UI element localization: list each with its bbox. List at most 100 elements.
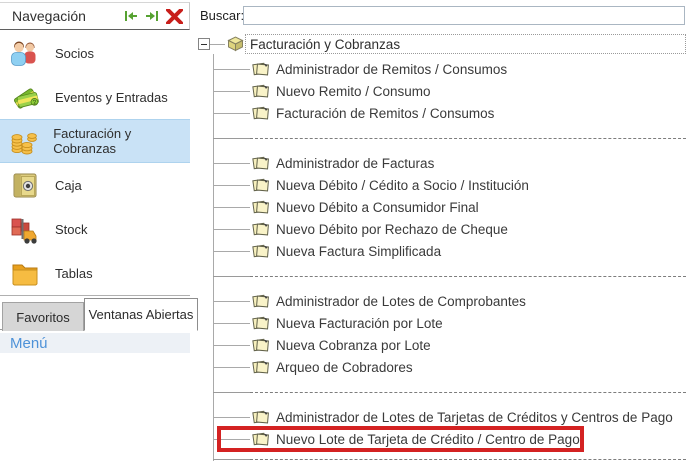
tree-item[interactable]: Nueva Facturación por Lote: [196, 312, 686, 334]
tree-branch-line: [213, 439, 250, 440]
sidebar-item-facturaci-n-y-cobranzas[interactable]: Facturación y Cobranzas: [0, 119, 190, 163]
tree-item[interactable]: Nueva Débito / Cédito a Socio / Instituc…: [196, 174, 686, 196]
documents-icon: [252, 431, 270, 452]
tree-branch-line: [213, 345, 250, 346]
search-bar: Buscar:: [196, 0, 686, 30]
documents-icon: [252, 315, 270, 336]
tree-branch-line: [213, 163, 250, 164]
sidebar-item-tablas[interactable]: Tablas: [0, 251, 190, 295]
tree-item[interactable]: Administrador de Lotes de Tarjetas de Cr…: [196, 406, 686, 428]
tree-item-label: Facturación de Remitos / Consumos: [276, 106, 494, 121]
menu-bar: Menú: [0, 333, 190, 353]
tree-separator: [196, 450, 686, 461]
tree-separator: [196, 378, 686, 406]
documents-icon: [252, 61, 270, 82]
navigation-sidebar: Navegación: [0, 0, 190, 461]
sidebar-item-stock[interactable]: Stock: [0, 207, 190, 251]
tree-item-label: Administrador de Remitos / Consumos: [276, 62, 507, 77]
documents-icon: [252, 337, 270, 358]
sidebar-item-label: Caja: [55, 178, 82, 193]
safe-icon: [8, 168, 42, 202]
documents-icon: [252, 83, 270, 104]
folder-icon: [8, 256, 42, 290]
coins-icon: [8, 124, 40, 158]
tree-item[interactable]: Nueva Factura Simplificada: [196, 240, 686, 262]
sidebar-items: Socios 2 Eventos y Entradas Facturación …: [0, 31, 190, 295]
tree-nodes: Administrador de Remitos / Consumos Nuev…: [196, 58, 686, 461]
menu-link[interactable]: Menú: [10, 335, 48, 352]
tree-item-label: Arqueo de Cobradores: [276, 360, 413, 375]
tree-item-label: Nueva Débito / Cédito a Socio / Instituc…: [276, 178, 529, 193]
tab-ventanas-abiertas[interactable]: Ventanas Abiertas: [84, 298, 198, 331]
tree-item[interactable]: Nuevo Remito / Consumo: [196, 80, 686, 102]
collapse-right-icon[interactable]: [145, 10, 159, 22]
tree-branch-line: [213, 323, 250, 324]
tree-item[interactable]: Administrador de Lotes de Comprobantes: [196, 290, 686, 312]
sidebar-item-label: Socios: [55, 46, 94, 61]
tree-branch-line: [213, 367, 250, 368]
tree-branch-line: [213, 301, 250, 302]
collapse-left-icon[interactable]: [124, 10, 138, 22]
navigation-title: Navegación: [12, 8, 124, 24]
tree-branch-line: [213, 207, 250, 208]
tree-item-label: Nuevo Débito por Rechazo de Cheque: [276, 222, 508, 237]
package-box-icon: [226, 35, 245, 57]
documents-icon: [252, 105, 270, 126]
tree-branch-line: [213, 91, 250, 92]
tree-branch-line: [213, 113, 250, 114]
tree-connector-line: [210, 44, 225, 45]
tree-item-label: Nuevo Remito / Consumo: [276, 84, 431, 99]
documents-icon: [252, 155, 270, 176]
tree-root-label[interactable]: Facturación y Cobranzas: [245, 34, 686, 54]
tree-item[interactable]: Nuevo Débito por Rechazo de Cheque: [196, 218, 686, 240]
tickets-icon: 2: [8, 80, 42, 114]
tree-item[interactable]: Nueva Cobranza por Lote: [196, 334, 686, 356]
documents-icon: [252, 359, 270, 380]
tree-item-label: Nueva Cobranza por Lote: [276, 338, 431, 353]
documents-icon: [252, 409, 270, 430]
tree-item[interactable]: Nuevo Lote de Tarjeta de Crédito / Centr…: [196, 428, 686, 450]
navigation-header-icons: [124, 9, 183, 24]
tree-item-label: Nueva Facturación por Lote: [276, 316, 443, 331]
tree-item[interactable]: Administrador de Facturas: [196, 152, 686, 174]
tree-item[interactable]: Arqueo de Cobradores: [196, 356, 686, 378]
tree-item[interactable]: Facturación de Remitos / Consumos: [196, 102, 686, 124]
tree-branch-line: [213, 69, 250, 70]
sidebar-item-label: Stock: [55, 222, 88, 237]
tree-separator: [196, 262, 686, 290]
tree-item[interactable]: Administrador de Remitos / Consumos: [196, 58, 686, 80]
tree-item-label: Nuevo Débito a Consumidor Final: [276, 200, 479, 215]
sidebar-item-eventos-y-entradas[interactable]: 2 Eventos y Entradas: [0, 75, 190, 119]
search-input[interactable]: [243, 6, 685, 25]
sidebar-item-caja[interactable]: Caja: [0, 163, 190, 207]
search-label: Buscar:: [200, 8, 244, 23]
documents-icon: [252, 199, 270, 220]
tree-separator: [196, 124, 686, 152]
tree-branch-line: [213, 185, 250, 186]
tree-branch-line: [213, 229, 250, 230]
tree-root[interactable]: Facturación y Cobranzas: [196, 32, 686, 58]
collapse-node-icon[interactable]: [198, 38, 210, 50]
forklift-icon: [8, 212, 42, 246]
tree-item-label: Administrador de Lotes de Comprobantes: [276, 294, 526, 309]
tree-branch-line: [213, 417, 250, 418]
documents-icon: [252, 221, 270, 242]
main-panel: Buscar: Facturación y Cobranzas Administ…: [196, 0, 686, 461]
people-icon: [8, 36, 42, 70]
tab-favoritos[interactable]: Favoritos: [2, 302, 84, 331]
sidebar-item-label: Facturación y Cobranzas: [53, 126, 190, 156]
tree-item-label: Administrador de Lotes de Tarjetas de Cr…: [276, 410, 673, 425]
tree-item-label: Nuevo Lote de Tarjeta de Crédito / Centr…: [276, 432, 580, 447]
close-icon[interactable]: [166, 9, 183, 24]
navigation-header: Navegación: [0, 2, 190, 30]
documents-icon: [252, 243, 270, 264]
menu-tree: Facturación y Cobranzas Administrador de…: [196, 32, 686, 461]
tree-item-label: Administrador de Facturas: [276, 156, 434, 171]
sidebar-item-label: Eventos y Entradas: [55, 90, 168, 105]
tree-item-label: Nueva Factura Simplificada: [276, 244, 441, 259]
sidebar-item-label: Tablas: [55, 266, 93, 281]
sidebar-item-socios[interactable]: Socios: [0, 31, 190, 75]
documents-icon: [252, 177, 270, 198]
documents-icon: [252, 293, 270, 314]
tree-item[interactable]: Nuevo Débito a Consumidor Final: [196, 196, 686, 218]
